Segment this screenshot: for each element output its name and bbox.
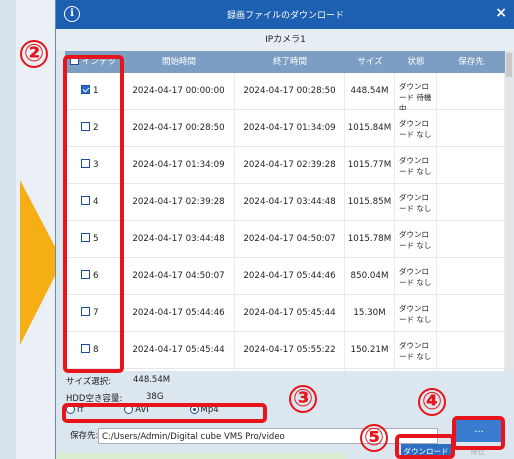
row-end: 2024-04-17 00:28:50 [235,73,345,110]
row-end: 2024-04-17 02:39:28 [235,147,345,184]
row-end: 2024-04-17 01:34:09 [235,110,345,147]
row-start: 2024-04-17 03:44:48 [123,221,235,258]
header-status: 状態 [407,57,425,67]
row-size: 1015.78M [345,221,395,258]
annotation-box-index [63,55,124,373]
table-row[interactable]: 1 2024-04-17 00:00:00 2024-04-17 00:28:50 4… [65,73,505,110]
row-status: ダウンロード なし [395,258,437,295]
row-size: 15.30M [345,295,395,332]
row-size: 1015.84M [345,110,395,147]
file-table: 1 2024-04-17 00:00:00 2024-04-17 00:28:50 4… [65,73,505,371]
scrollbar[interactable] [505,51,513,371]
row-start: 2024-04-17 05:45:44 [123,332,235,369]
row-status: ダウンロード なし [395,332,437,369]
header-start: 開始時間 [161,57,196,67]
row-destination [437,147,505,184]
table-row[interactable]: 5 2024-04-17 03:44:48 2024-04-17 04:50:07 1… [65,221,505,258]
row-size: 150.21M [345,332,395,369]
row-destination [437,258,505,295]
row-size: 448.54M [345,73,395,110]
row-status: ダウンロード なし [395,184,437,221]
table-row[interactable]: 7 2024-04-17 05:44:46 2024-04-17 05:45:44 1… [65,295,505,332]
row-status: ダウンロード なし [395,147,437,184]
scrollbar-thumb[interactable] [506,53,512,77]
row-destination [437,73,505,110]
row-start: 2024-04-17 05:55:22 [123,369,235,371]
row-end: 2024-04-17 05:44:46 [235,258,345,295]
table-row[interactable]: 2 2024-04-17 00:28:50 2024-04-17 01:34:09 1… [65,110,505,147]
row-end: 2024-04-17 05:45:44 [235,295,345,332]
table-row[interactable]: 8 2024-04-17 05:45:44 2024-04-17 05:55:22 1… [65,332,505,369]
title-bar: i 録画ファイルのダウンロード × [56,0,514,29]
row-end: 2024-04-17 05:55:22 [235,332,345,369]
hdd-value: 38G [146,392,164,402]
annotation-number-2: ② [20,40,48,68]
row-start: 2024-04-17 05:44:46 [123,295,235,332]
annotation-number-5: ⑤ [360,424,388,452]
footer-strip [56,453,346,459]
row-end: 2024-04-17 04:50:07 [235,221,345,258]
row-status: ダウンロード なし [395,295,437,332]
row-end: 2024-04-17 03:44:48 [235,184,345,221]
annotation-box-download [395,434,455,459]
row-destination [437,332,505,369]
row-status: ダウンロード なし [395,369,437,371]
row-start: 2024-04-17 00:00:00 [123,73,235,110]
row-start: 2024-04-17 04:50:07 [123,258,235,295]
camera-name: IPカメラ1 [56,29,514,51]
row-destination [437,295,505,332]
row-status: ダウンロード 待機中 [395,73,437,110]
table-row[interactable]: 4 2024-04-17 02:39:28 2024-04-17 03:44:48 1… [65,184,505,221]
table-row[interactable]: 92024-04-17 05:55:222024-04-17 06:15:183… [65,369,505,371]
row-end: 2024-04-17 06:15:18 [235,369,345,371]
row-size: 310.30M [345,369,395,371]
row-size: 850.04M [345,258,395,295]
annotation-number-4: ④ [418,388,446,416]
annotation-box-format [62,403,267,423]
row-status: ダウンロード なし [395,110,437,147]
row-size: 1015.85M [345,184,395,221]
save-label: 保存先: [70,431,99,441]
size-label: サイズ選択: [66,377,112,387]
row-start: 2024-04-17 00:28:50 [123,110,235,147]
header-destination: 保存先 [458,57,484,67]
close-icon[interactable]: × [495,5,507,21]
row-destination [437,184,505,221]
row-destination [437,221,505,258]
table-row[interactable]: 6 2024-04-17 04:50:07 2024-04-17 05:44:46 8… [65,258,505,295]
row-size: 1015.77M [345,147,395,184]
size-value: 448.54M [133,375,171,385]
arrow-graphic [0,0,62,459]
annotation-number-3: ③ [289,385,317,413]
row-destination [437,369,505,371]
row-start: 2024-04-17 01:34:09 [123,147,235,184]
annotation-box-browse [452,416,505,450]
header-end: 終了時間 [272,57,307,67]
row-status: ダウンロード なし [395,221,437,258]
row-destination [437,110,505,147]
table-row[interactable]: 3 2024-04-17 01:34:09 2024-04-17 02:39:28 1… [65,147,505,184]
table-header: インデック 開始時間 終了時間 サイズ 状態 保存先 [65,51,505,89]
dialog-title: 録画ファイルのダウンロード [226,11,344,21]
row-start: 2024-04-17 02:39:28 [123,184,235,221]
header-size: サイズ [357,57,383,67]
